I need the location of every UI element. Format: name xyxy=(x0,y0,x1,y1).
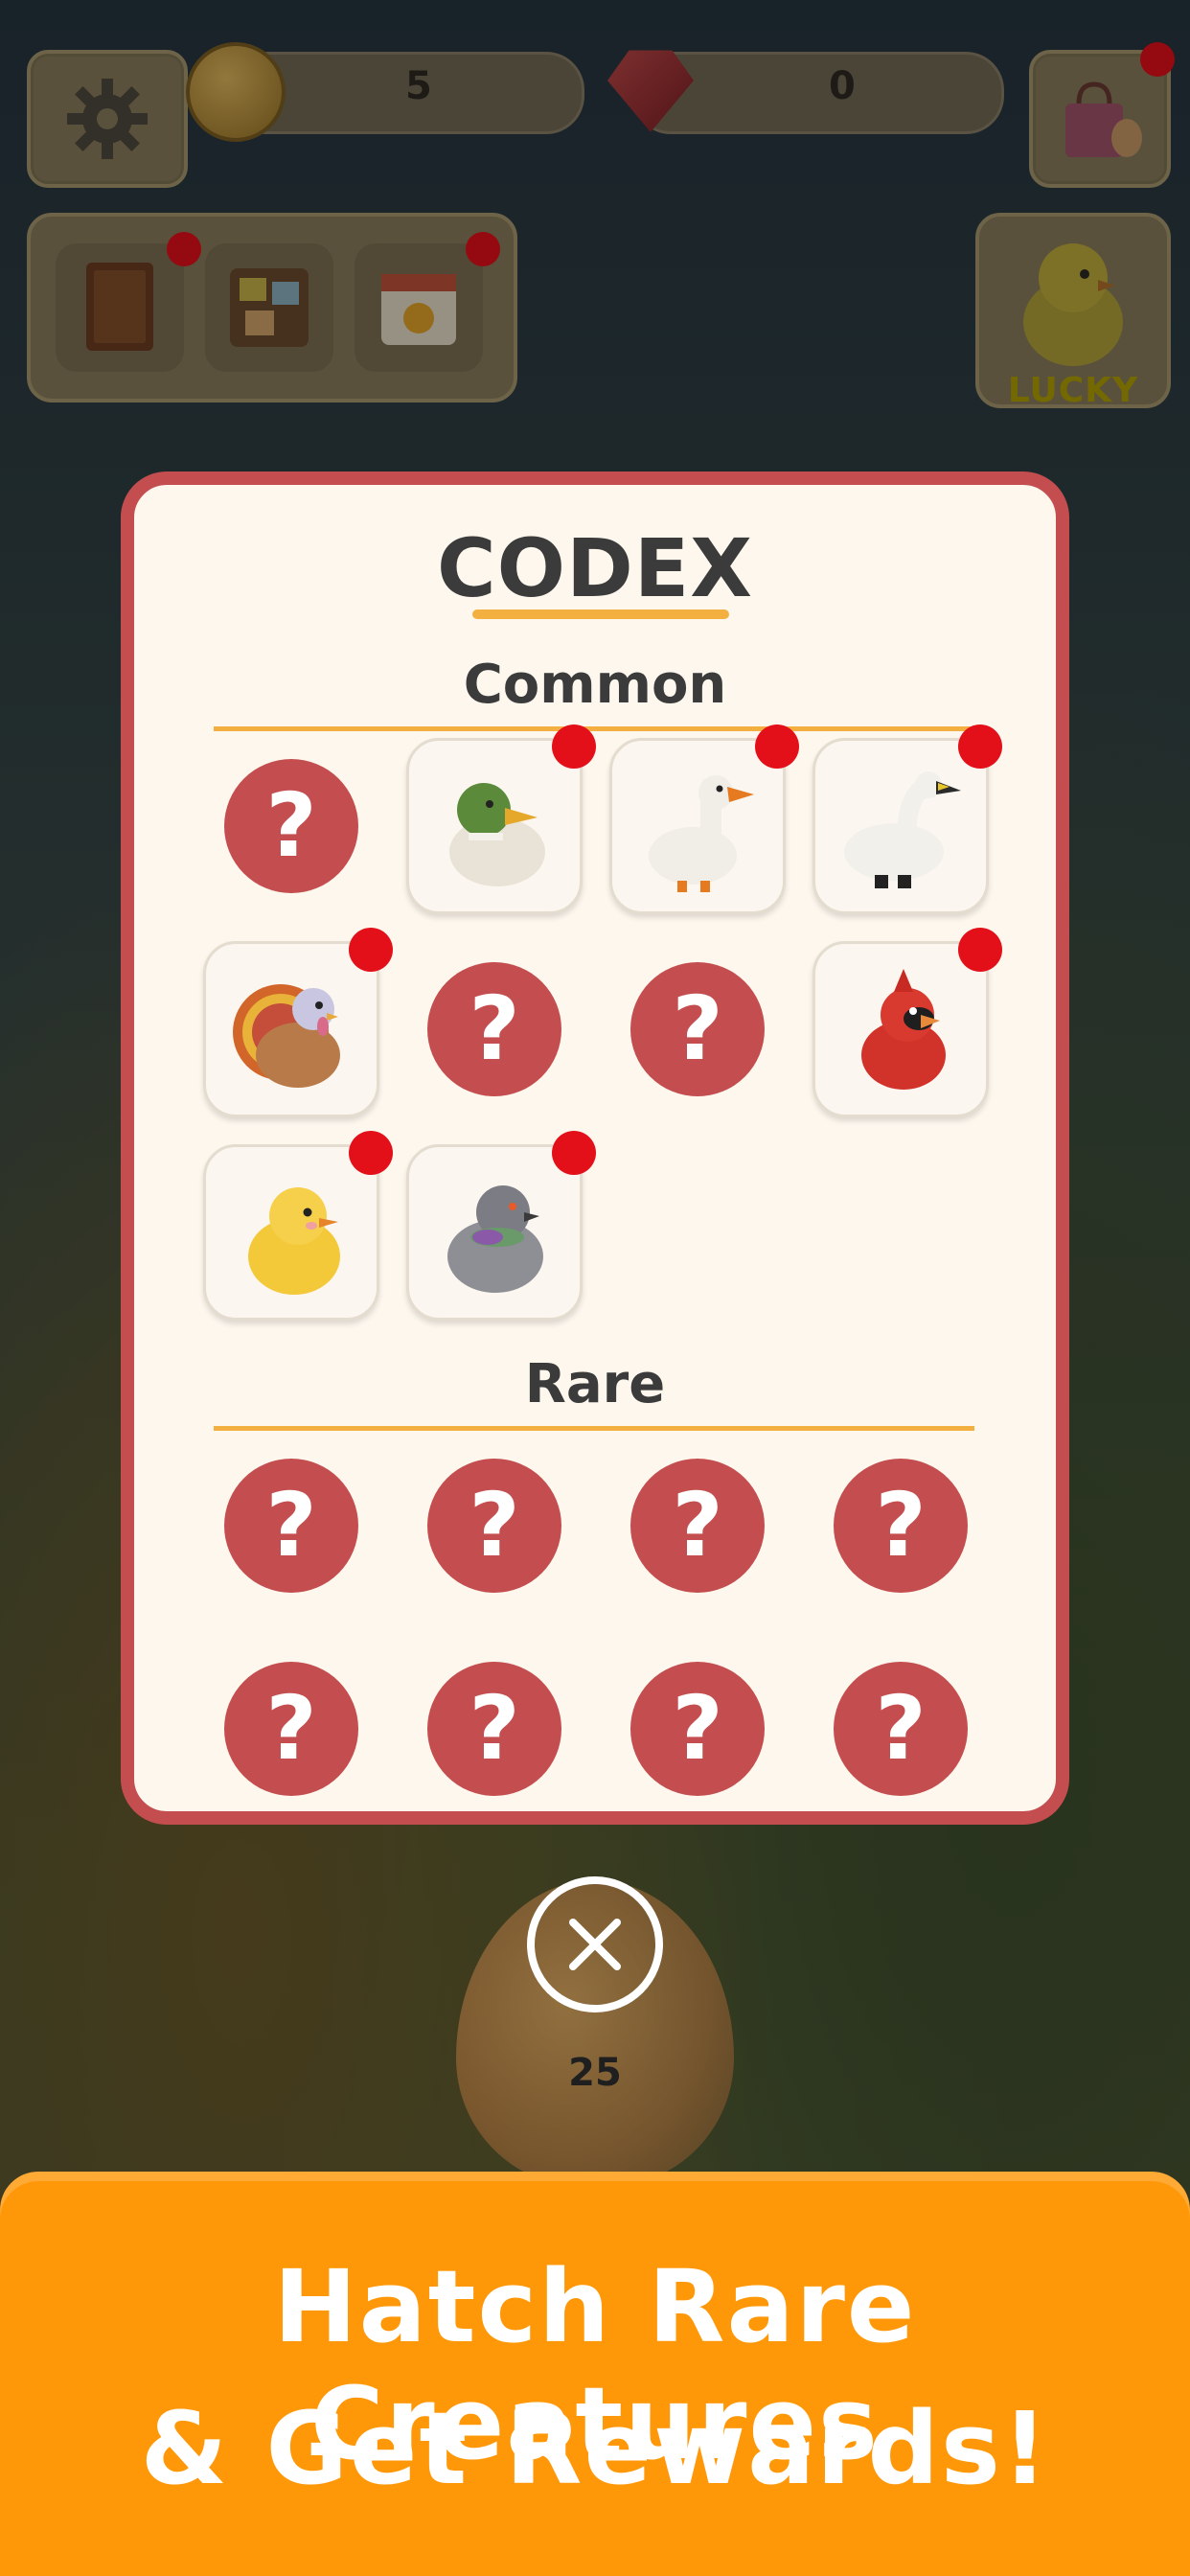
unknown-creature-icon: ? xyxy=(427,962,561,1096)
creature-slot-locked[interactable]: ? xyxy=(812,1438,989,1614)
unknown-creature-icon: ? xyxy=(224,1662,358,1796)
creature-slot-swan[interactable] xyxy=(812,724,1002,914)
unknown-creature-icon: ? xyxy=(427,1459,561,1593)
promo-line-2: & Get Rewards! xyxy=(140,2390,1050,2507)
section-title-rare: Rare xyxy=(524,1353,666,1415)
creature-card xyxy=(203,941,379,1117)
unknown-creature-icon: ? xyxy=(630,1662,765,1796)
new-badge-dot xyxy=(958,928,1002,972)
section-divider xyxy=(214,726,974,731)
unknown-creature-icon: ? xyxy=(630,1459,765,1593)
creature-slot-goose[interactable] xyxy=(609,724,799,914)
unknown-creature-icon: ? xyxy=(427,1662,561,1796)
egg-tap-count: 25 xyxy=(568,2051,622,2095)
creature-slot-pigeon[interactable] xyxy=(406,1131,596,1321)
creature-slot-locked[interactable]: ? xyxy=(609,941,786,1117)
new-badge-dot xyxy=(349,928,393,972)
codex-modal: CODEX Common ? ? ? Rare ? ? ? ? ? ? ? ? xyxy=(121,472,1069,1825)
creature-slot-chick[interactable] xyxy=(203,1131,393,1321)
swan-icon xyxy=(844,771,961,888)
creature-slot-turkey[interactable] xyxy=(203,928,393,1117)
unknown-creature-icon: ? xyxy=(834,1459,968,1593)
section-divider xyxy=(214,1426,974,1431)
pigeon-icon xyxy=(447,1185,543,1293)
unknown-creature-icon: ? xyxy=(834,1662,968,1796)
creature-card xyxy=(812,941,989,1117)
unknown-creature-icon: ? xyxy=(630,962,765,1096)
new-badge-dot xyxy=(552,1131,596,1175)
close-button[interactable] xyxy=(527,1876,663,2012)
title-underline xyxy=(472,610,729,619)
creature-card xyxy=(203,1144,379,1321)
creature-card xyxy=(406,1144,583,1321)
goose-icon xyxy=(649,775,754,892)
new-badge-dot xyxy=(755,724,799,769)
creature-slot-locked[interactable]: ? xyxy=(203,738,379,914)
mallard-duck-icon xyxy=(449,783,545,886)
creature-slot-locked[interactable]: ? xyxy=(406,941,583,1117)
section-title-common: Common xyxy=(463,654,727,716)
creature-slot-mallard[interactable] xyxy=(406,724,596,914)
creature-slot-locked[interactable]: ? xyxy=(406,1438,583,1614)
creature-slot-locked[interactable]: ? xyxy=(203,1438,379,1614)
creature-slot-locked[interactable]: ? xyxy=(812,1641,989,1811)
creature-slot-locked[interactable]: ? xyxy=(406,1641,583,1811)
new-badge-dot xyxy=(349,1131,393,1175)
creature-slot-locked[interactable]: ? xyxy=(609,1438,786,1614)
creature-slot-locked[interactable]: ? xyxy=(609,1641,786,1811)
new-badge-dot xyxy=(552,724,596,769)
modal-title: CODEX xyxy=(437,521,753,615)
promo-banner: Hatch Rare Creatures & Get Rewards! xyxy=(0,2172,1190,2576)
creature-card xyxy=(406,738,583,914)
turkey-icon xyxy=(233,984,340,1088)
new-badge-dot xyxy=(958,724,1002,769)
chick-icon xyxy=(248,1187,340,1295)
close-icon xyxy=(569,1919,621,1970)
cardinal-icon xyxy=(861,969,946,1090)
unknown-creature-icon: ? xyxy=(224,759,358,893)
creature-card xyxy=(812,738,989,914)
creature-slot-cardinal[interactable] xyxy=(812,928,1002,1117)
creature-card xyxy=(609,738,786,914)
creature-slot-locked[interactable]: ? xyxy=(203,1641,379,1811)
unknown-creature-icon: ? xyxy=(224,1459,358,1593)
